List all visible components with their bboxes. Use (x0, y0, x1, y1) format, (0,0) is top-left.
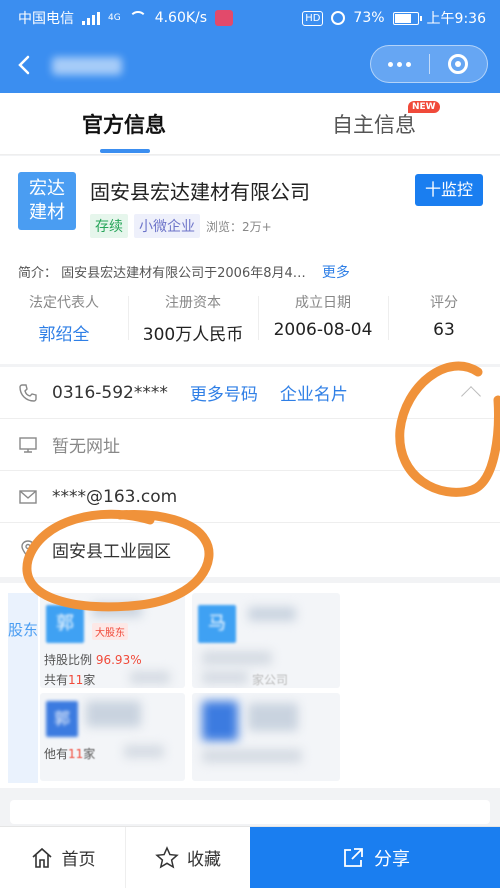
company-count: 他有11家 (44, 747, 96, 761)
chevron-up-icon[interactable] (461, 386, 481, 406)
battery-percent: 73% (353, 10, 385, 26)
stat-label: 注册资本 (165, 295, 221, 311)
intro-more-link[interactable]: 更多 (322, 265, 350, 281)
share-label: 分享 (374, 848, 410, 870)
stat-value: 63 (433, 320, 455, 340)
website-value: 暂无网址 (52, 437, 120, 457)
carrier-label: 中国电信 (18, 11, 74, 27)
stat-registered-capital: 注册资本 300万人民币 (128, 290, 258, 346)
phone-icon (19, 383, 37, 402)
tab-official-info[interactable]: 官方信息 (82, 109, 166, 139)
intro-text: 简介： 固安县宏达建材有限公司于2006年8月4… (18, 266, 306, 281)
mini-program-capsule (370, 45, 488, 83)
shareholders-side-label: 股东 (8, 593, 38, 783)
shareholder-avatar: 郭 (46, 701, 78, 737)
app-notification-icon (215, 10, 234, 26)
more-numbers-link[interactable]: 更多号码 (190, 380, 258, 405)
shareholder-avatar: 郭 (46, 605, 84, 643)
favorite-button[interactable]: 收藏 (125, 827, 250, 888)
phone-row[interactable]: 0316-592**** 更多号码 企业名片 (0, 367, 500, 419)
monitor-icon (19, 436, 37, 453)
close-miniprogram-icon[interactable] (430, 54, 488, 74)
address-value: 固安县工业园区 (52, 541, 171, 562)
share-button[interactable]: 分享 (250, 827, 500, 888)
home-icon (31, 847, 52, 868)
company-card: 宏达 建材 固安县宏达建材有限公司 十监控 存续 小微企业 浏览：2万+ 简介：… (0, 156, 500, 364)
favorite-label: 收藏 (187, 850, 221, 870)
signal-icon (82, 11, 100, 25)
stat-label: 评分 (430, 295, 458, 311)
logo-line-1: 宏达 (29, 178, 65, 199)
stat-value: 2006-08-04 (273, 320, 373, 340)
bottom-bar: 首页 收藏 分享 (0, 826, 500, 888)
shareholder-card[interactable]: 郭 大股东 持股比例 96.93% 共有11家 (40, 593, 185, 688)
stat-label: 成立日期 (295, 295, 351, 311)
company-count: 家公司 (252, 673, 289, 687)
info-tabs: 官方信息 自主信息 NEW (0, 93, 500, 155)
legal-rep-link[interactable]: 郭绍全 (0, 320, 128, 345)
next-section-card (10, 800, 490, 824)
company-logo: 宏达 建材 (18, 172, 76, 230)
tab-self-info[interactable]: 自主信息 (332, 109, 416, 139)
shareholder-card[interactable]: 郭 他有11家 (40, 693, 185, 781)
logo-line-2: 建材 (29, 202, 65, 223)
phone-number: 0316-592**** (52, 382, 168, 403)
company-stats: 法定代表人 郭绍全 注册资本 300万人民币 成立日期 2006-08-04 评… (0, 290, 500, 346)
active-tab-indicator (100, 149, 150, 153)
shareholder-card[interactable] (192, 693, 340, 781)
monitor-button[interactable]: 十监控 (415, 174, 483, 206)
more-menu-icon[interactable] (371, 61, 429, 67)
address-row[interactable]: 固安县工业园区 (0, 523, 500, 575)
website-row: 暂无网址 (0, 419, 500, 471)
stat-value: 300万人民币 (142, 325, 244, 345)
company-count: 共有11家 (44, 673, 96, 687)
nav-bar (0, 40, 500, 90)
status-bar: 中国电信 4G 4.60K/s HD 73% 上午9:36 (0, 0, 500, 36)
company-name: 固安县宏达建材有限公司 (90, 180, 310, 204)
battery-icon (392, 11, 422, 25)
network-type: 4G (108, 13, 121, 23)
shareholder-avatar: 马 (198, 605, 236, 643)
star-icon (155, 845, 179, 869)
company-tags: 存续 小微企业 浏览：2万+ (90, 214, 272, 238)
wifi-icon (128, 11, 147, 25)
size-badge: 小微企业 (134, 214, 200, 238)
share-ratio: 持股比例 96.93% (44, 653, 142, 667)
net-speed: 4.60K/s (154, 10, 208, 26)
status-badge: 存续 (90, 214, 128, 238)
hd-icon: HD (302, 10, 324, 26)
new-badge: NEW (408, 101, 440, 113)
home-button[interactable]: 首页 (0, 827, 125, 888)
stat-legal-rep: 法定代表人 郭绍全 (0, 290, 128, 346)
back-arrow-icon[interactable] (14, 54, 36, 76)
email-row[interactable]: ****@163.com (0, 471, 500, 523)
share-icon (344, 847, 363, 867)
alarm-icon (331, 11, 346, 25)
business-card-link[interactable]: 企业名片 (280, 380, 348, 405)
home-label: 首页 (61, 850, 96, 870)
stat-founded-date: 成立日期 2006-08-04 (258, 290, 388, 346)
company-intro: 简介： 固安县宏达建材有限公司于2006年8月4… 更多 (18, 262, 350, 282)
location-pin-icon (21, 540, 35, 559)
view-count: 浏览：2万+ (206, 219, 272, 234)
shareholder-card[interactable]: 马 家公司 (192, 593, 340, 688)
top-bar: 中国电信 4G 4.60K/s HD 73% 上午9:36 (0, 0, 500, 93)
contact-section: 0316-592**** 更多号码 企业名片 暂无网址 ****@163.com… (0, 367, 500, 577)
email-value: ****@163.com (52, 486, 178, 507)
page-title-blurred (52, 57, 122, 75)
shareholders-section: 股东 郭 大股东 持股比例 96.93% 共有11家 马 家公司 郭 他有11家 (0, 583, 500, 788)
major-shareholder-badge: 大股东 (92, 623, 128, 640)
clock: 上午9:36 (426, 11, 486, 27)
mail-icon (19, 489, 37, 504)
stat-label: 法定代表人 (29, 295, 99, 311)
stat-score: 评分 63 (388, 290, 500, 346)
